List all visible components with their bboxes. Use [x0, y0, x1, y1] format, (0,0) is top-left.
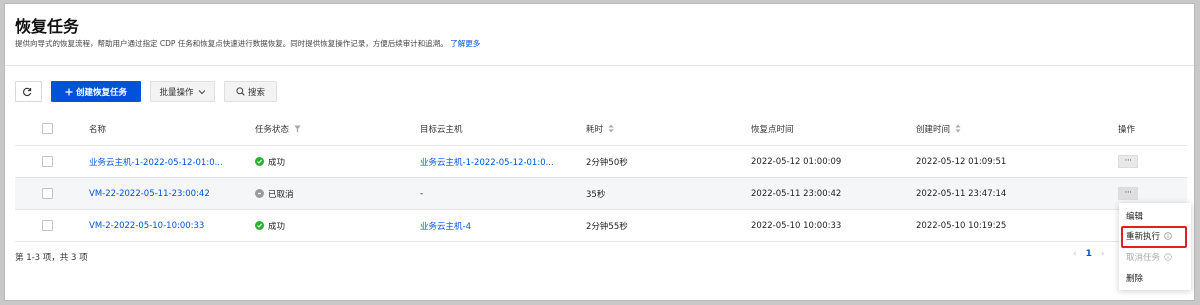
row-checkbox[interactable] — [42, 220, 53, 231]
status-cell: 成功 — [255, 210, 405, 241]
filter-icon[interactable] — [294, 125, 301, 133]
highlight-box — [1121, 226, 1187, 248]
task-name-link[interactable]: VM-22-2022-05-11-23:00:42 — [89, 178, 239, 209]
row-checkbox[interactable] — [42, 156, 53, 167]
duration-cell: 2分钟55秒 — [586, 221, 628, 232]
target-host-cell: - — [420, 188, 424, 199]
menu-item-edit-label: 编辑 — [1126, 211, 1144, 222]
pagination: ‹ 1 › — [1073, 249, 1104, 259]
restore-point-cell: 2022-05-12 01:00:09 — [751, 156, 842, 167]
duration-cell: 35秒 — [586, 189, 606, 200]
success-icon — [255, 157, 264, 166]
created-time-cell: 2022-05-10 10:19:25 — [916, 220, 1007, 231]
status-text: 已取消 — [268, 189, 294, 200]
row-select-cell — [42, 210, 62, 241]
pagination-summary: 第 1-3 项，共 3 项 — [15, 253, 88, 263]
menu-item-cancel-task[interactable]: 取消任务 — [1119, 246, 1191, 267]
sort-icon[interactable] — [608, 124, 614, 133]
refresh-button[interactable] — [15, 81, 42, 102]
learn-more-link[interactable]: 了解更多 — [450, 39, 480, 48]
row-select-cell — [42, 146, 62, 177]
column-header-status-label: 任务状态 — [255, 124, 290, 135]
subtitle-text: 提供向导式的恢复流程，帮助用户通过指定 CDP 任务和恢复点快速进行数据恢复。同… — [15, 39, 448, 48]
page-title: 恢复任务 — [15, 17, 80, 36]
sort-icon[interactable] — [955, 124, 961, 133]
batch-button-label: 批量操作 — [159, 87, 194, 98]
actions-cell: ··· — [1118, 146, 1178, 177]
restore-point-cell: 2022-05-10 10:00:33 — [751, 220, 842, 231]
restore-point-cell: 2022-05-11 23:00:42 — [751, 188, 842, 199]
status-text: 成功 — [268, 221, 286, 232]
status-text: 成功 — [268, 157, 286, 168]
task-name-link[interactable]: 业务云主机-1-2022-05-12-01:0... — [89, 146, 239, 177]
page-subtitle: 提供向导式的恢复流程，帮助用户通过指定 CDP 任务和恢复点快速进行数据恢复。同… — [15, 38, 480, 49]
status-cell: 已取消 — [255, 178, 405, 209]
search-icon — [236, 87, 245, 96]
search-button-label: 搜索 — [247, 87, 265, 98]
column-header-created: 创建时间 — [916, 112, 1066, 145]
column-header-duration-label: 耗时 — [586, 124, 604, 135]
next-page-button[interactable]: › — [1101, 249, 1105, 259]
page-header: 恢复任务 提供向导式的恢复流程，帮助用户通过指定 CDP 任务和恢复点快速进行数… — [5, 4, 1194, 66]
search-button[interactable]: 搜索 — [224, 81, 277, 102]
more-actions-button[interactable]: ··· — [1118, 155, 1138, 168]
batch-operation-button[interactable]: 批量操作 — [150, 81, 215, 102]
table-row: VM-22-2022-05-11-23:00:42 已取消 - 35秒 2022… — [15, 178, 1187, 210]
menu-item-delete-label: 删除 — [1126, 273, 1144, 284]
table-row: 业务云主机-1-2022-05-12-01:0... 成功 业务云主机-1-20… — [15, 146, 1187, 178]
prev-page-button[interactable]: ‹ — [1073, 249, 1077, 259]
chevron-down-icon — [198, 89, 205, 94]
target-host-link[interactable]: 业务云主机-4 — [420, 210, 570, 241]
page-number-button[interactable]: 1 — [1086, 249, 1092, 259]
actions-dropdown-menu: 编辑 重新执行 取消任务 删除 — [1119, 203, 1191, 290]
cancelled-icon — [255, 189, 264, 198]
toolbar: 创建恢复任务 批量操作 搜索 — [15, 81, 277, 102]
created-time-cell: 2022-05-12 01:09:51 — [916, 156, 1007, 167]
duration-cell: 2分钟50秒 — [586, 157, 628, 168]
create-button-label: 创建恢复任务 — [75, 87, 127, 98]
row-select-cell — [42, 178, 62, 209]
row-checkbox[interactable] — [42, 188, 53, 199]
column-header-name: 名称 — [89, 124, 107, 135]
status-cell: 成功 — [255, 146, 405, 177]
menu-item-edit[interactable]: 编辑 — [1119, 205, 1191, 226]
success-icon — [255, 221, 264, 230]
column-header-status: 任务状态 — [255, 112, 405, 145]
column-header-target: 目标云主机 — [420, 124, 463, 135]
task-name-link[interactable]: VM-2-2022-05-10-10:00:33 — [89, 210, 239, 241]
more-actions-button[interactable]: ··· — [1118, 187, 1138, 200]
refresh-icon — [23, 87, 32, 96]
column-header-actions: 操作 — [1118, 124, 1136, 135]
select-all-cell — [42, 112, 62, 145]
plus-icon — [65, 88, 73, 95]
menu-item-cancel-task-label: 取消任务 — [1126, 252, 1161, 263]
column-header-restore-point: 恢复点时间 — [751, 124, 794, 135]
create-restore-task-button[interactable]: 创建恢复任务 — [51, 81, 141, 102]
table-header: 名称 任务状态 目标云主机 耗时 恢复点时间 创建时间 操作 — [15, 112, 1187, 146]
table-row: VM-2-2022-05-10-10:00:33 成功 业务云主机-4 2分钟5… — [15, 210, 1187, 242]
info-icon[interactable] — [1164, 252, 1172, 261]
column-header-created-label: 创建时间 — [916, 124, 951, 135]
select-all-checkbox[interactable] — [42, 123, 53, 134]
created-time-cell: 2022-05-11 23:47:14 — [916, 188, 1007, 199]
target-host-link[interactable]: 业务云主机-1-2022-05-12-01:0... — [420, 146, 570, 177]
column-header-duration: 耗时 — [586, 112, 736, 145]
menu-item-delete[interactable]: 删除 — [1119, 267, 1191, 288]
page-frame: 恢复任务 提供向导式的恢复流程，帮助用户通过指定 CDP 任务和恢复点快速进行数… — [4, 3, 1195, 301]
